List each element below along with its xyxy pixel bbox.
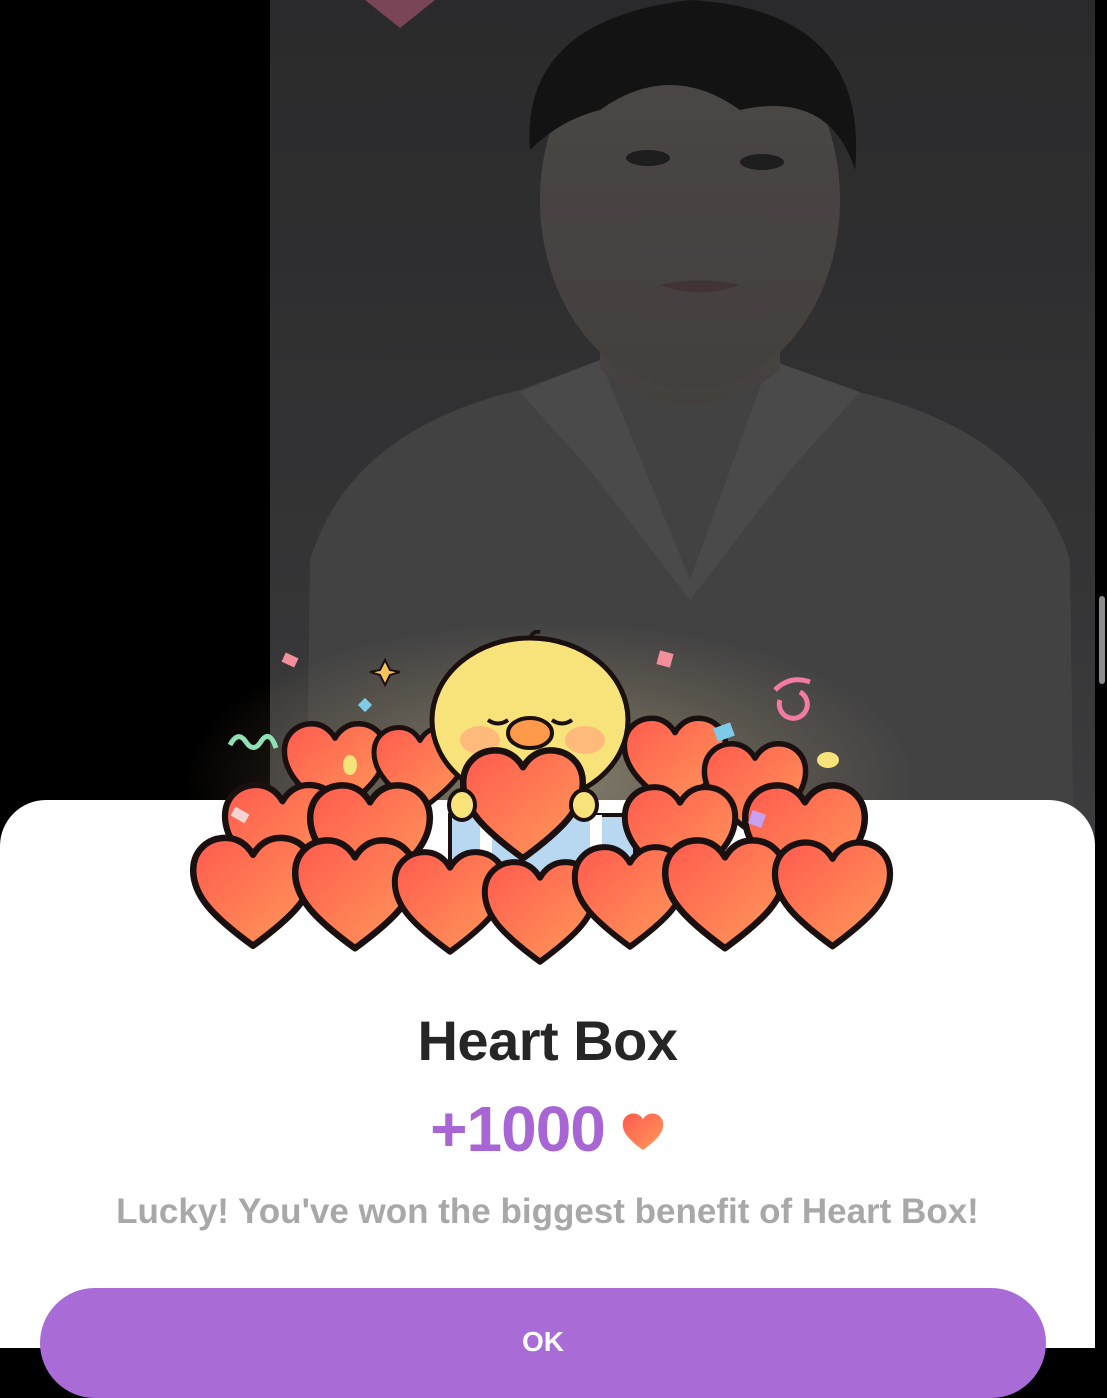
ok-button[interactable]: OK <box>40 1288 1046 1398</box>
modal-title: Heart Box <box>417 1009 678 1072</box>
reward-message: Lucky! You've won the biggest benefit of… <box>116 1192 979 1231</box>
scrollbar[interactable] <box>1099 596 1105 684</box>
reward-row: +1000 <box>0 1092 1095 1166</box>
chick-with-hearts-icon <box>180 630 920 970</box>
heart-icon <box>622 1113 664 1151</box>
reward-amount: +1000 <box>430 1093 606 1165</box>
